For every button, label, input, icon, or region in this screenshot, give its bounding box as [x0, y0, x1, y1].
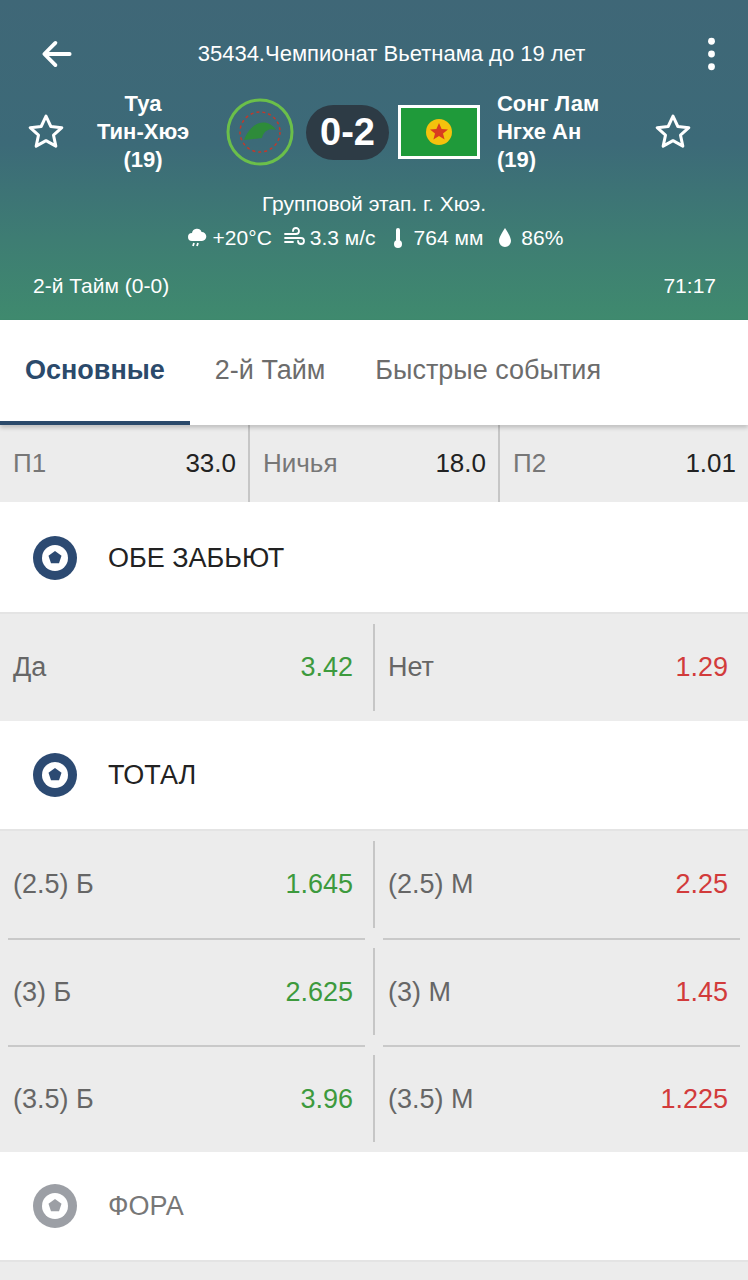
tab[interactable]: Быстрые события: [350, 320, 626, 425]
odds-cell[interactable]: Ничья18.0: [250, 425, 498, 502]
more-menu-icon[interactable]: [707, 37, 716, 71]
market-header[interactable]: ТОТАЛ: [0, 721, 748, 831]
status-row: 2-й Тайм (0-0) 71:17: [0, 274, 748, 298]
soccer-ball-icon: [33, 1184, 77, 1228]
weather-item: 86%: [493, 226, 563, 250]
home-team-name: ТуаТин-Хюэ(19): [78, 90, 208, 174]
stage: Групповой этап. г. Хюэ.: [0, 192, 748, 216]
odds-row: (2.5) Б 1.645 (2.5) М 2.25: [0, 831, 748, 938]
soccer-ball-icon: [33, 536, 77, 580]
away-team-logo-icon: [397, 103, 481, 161]
odds-row: Да 3.42 Нет 1.29: [0, 614, 748, 721]
odds-cell[interactable]: Да 3.42: [8, 614, 365, 721]
humidity-drop-icon: [493, 226, 517, 250]
main-odds-row: П133.0 Ничья18.0 П21.01: [0, 425, 748, 504]
odds-row: (3) Б 2.625 (3) М 1.45: [0, 938, 748, 1045]
home-team-logo-icon: [220, 92, 300, 172]
period: 2-й Тайм (0-0): [33, 274, 169, 298]
match-header: 35434.Чемпионат Вьетнама до 19 лет ТуаТи…: [0, 0, 748, 320]
favorite-star-icon[interactable]: [653, 112, 693, 152]
weather-item: +20°C: [185, 226, 272, 250]
thermometer-icon: [386, 226, 410, 250]
odds-cell[interactable]: (3) М 1.45: [383, 938, 740, 1045]
odds-cell[interactable]: (3) Б 2.625: [8, 938, 365, 1045]
score: 0-2: [306, 105, 389, 160]
market-header[interactable]: ФОРА: [0, 1152, 748, 1262]
favorite-star-icon[interactable]: [26, 112, 66, 152]
rain-cloud-icon: [185, 226, 209, 250]
odds-cell[interactable]: (2.5) М 2.25: [383, 831, 740, 938]
odds-cell[interactable]: П21.01: [500, 425, 748, 502]
weather-item: 3.3 м/с: [282, 226, 376, 250]
teams-row: ТуаТин-Хюэ(19) 0-2 Сонг ЛамНгхе Ан(19): [0, 86, 748, 178]
odds-cell[interactable]: П133.0: [0, 425, 248, 502]
wind-icon: [282, 226, 306, 250]
match-clock: 71:17: [663, 274, 716, 298]
top-bar: 35434.Чемпионат Вьетнама до 19 лет: [0, 34, 748, 74]
match-screen: 35434.Чемпионат Вьетнама до 19 лет ТуаТи…: [0, 0, 748, 1280]
odds-cell[interactable]: Нет 1.29: [383, 614, 740, 721]
league-title: 35434.Чемпионат Вьетнама до 19 лет: [76, 41, 707, 67]
soccer-ball-icon: [33, 753, 77, 797]
back-arrow-icon[interactable]: [38, 35, 76, 73]
tab-bar: Основные2-й ТаймБыстрые события: [0, 320, 748, 425]
away-team-name: Сонг ЛамНгхе Ан(19): [497, 90, 627, 174]
odds-cell[interactable]: (3.5) Б 3.96: [8, 1045, 365, 1152]
weather-item: 764 мм: [386, 226, 484, 250]
odds-cell[interactable]: (2.5) Б 1.645: [8, 831, 365, 938]
tab[interactable]: 2-й Тайм: [190, 320, 351, 425]
market-header[interactable]: ОБЕ ЗАБЬЮТ: [0, 504, 748, 614]
tab[interactable]: Основные: [0, 320, 190, 425]
weather-row: +20°C 3.3 м/с 764 мм 86%: [0, 226, 748, 250]
odds-cell[interactable]: (3.5) М 1.225: [383, 1045, 740, 1152]
next-market-strip: [0, 1262, 748, 1280]
odds-row: (3.5) Б 3.96 (3.5) М 1.225: [0, 1045, 748, 1152]
